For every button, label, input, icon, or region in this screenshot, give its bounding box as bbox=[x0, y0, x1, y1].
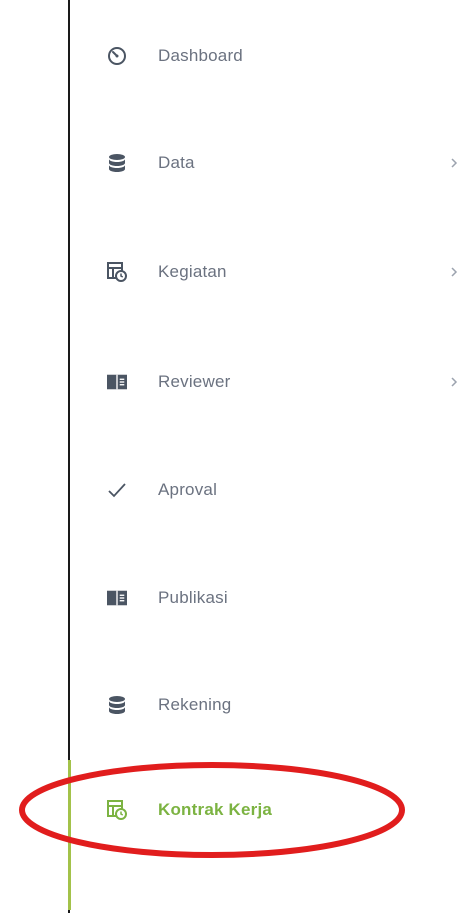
sidebar-item-label: Kegiatan bbox=[158, 262, 227, 281]
sidebar-item-kegiatan[interactable]: Kegiatan bbox=[70, 242, 470, 302]
sidebar-item-label: Kontrak Kerja bbox=[158, 800, 273, 819]
card-list-icon bbox=[107, 372, 127, 392]
page: Dashboard Data Kegiatan Reviewer Aproval… bbox=[0, 0, 470, 913]
chevron-right-icon bbox=[448, 264, 460, 280]
database-icon bbox=[107, 153, 127, 173]
calendar-clock-icon bbox=[107, 262, 127, 282]
sidebar-item-data[interactable]: Data bbox=[70, 133, 470, 193]
sidebar-item-label: Aproval bbox=[158, 480, 218, 499]
calendar-clock-icon bbox=[107, 800, 127, 820]
sidebar-item-reviewer[interactable]: Reviewer bbox=[70, 352, 470, 412]
database-icon bbox=[107, 695, 127, 715]
sidebar-menu: Dashboard Data Kegiatan Reviewer Aproval… bbox=[68, 0, 470, 913]
check-icon bbox=[107, 480, 127, 500]
chevron-right-icon bbox=[448, 374, 460, 390]
sidebar-item-label: Rekening bbox=[158, 695, 232, 714]
sidebar-item-label: Data bbox=[158, 153, 195, 172]
dashboard-gauge-icon bbox=[107, 46, 127, 66]
sidebar-item-label: Reviewer bbox=[158, 372, 231, 391]
sidebar-item-rekening[interactable]: Rekening bbox=[70, 675, 470, 735]
sidebar-item-publikasi[interactable]: Publikasi bbox=[70, 568, 470, 628]
sidebar-item-label: Publikasi bbox=[158, 588, 228, 607]
sidebar-item-kontrak-kerja[interactable]: Kontrak Kerja bbox=[70, 780, 470, 840]
sidebar-item-dashboard[interactable]: Dashboard bbox=[70, 26, 470, 86]
sidebar-item-label: Dashboard bbox=[158, 46, 243, 65]
sidebar-item-aproval[interactable]: Aproval bbox=[70, 460, 470, 520]
chevron-right-icon bbox=[448, 155, 460, 171]
card-list-icon bbox=[107, 588, 127, 608]
